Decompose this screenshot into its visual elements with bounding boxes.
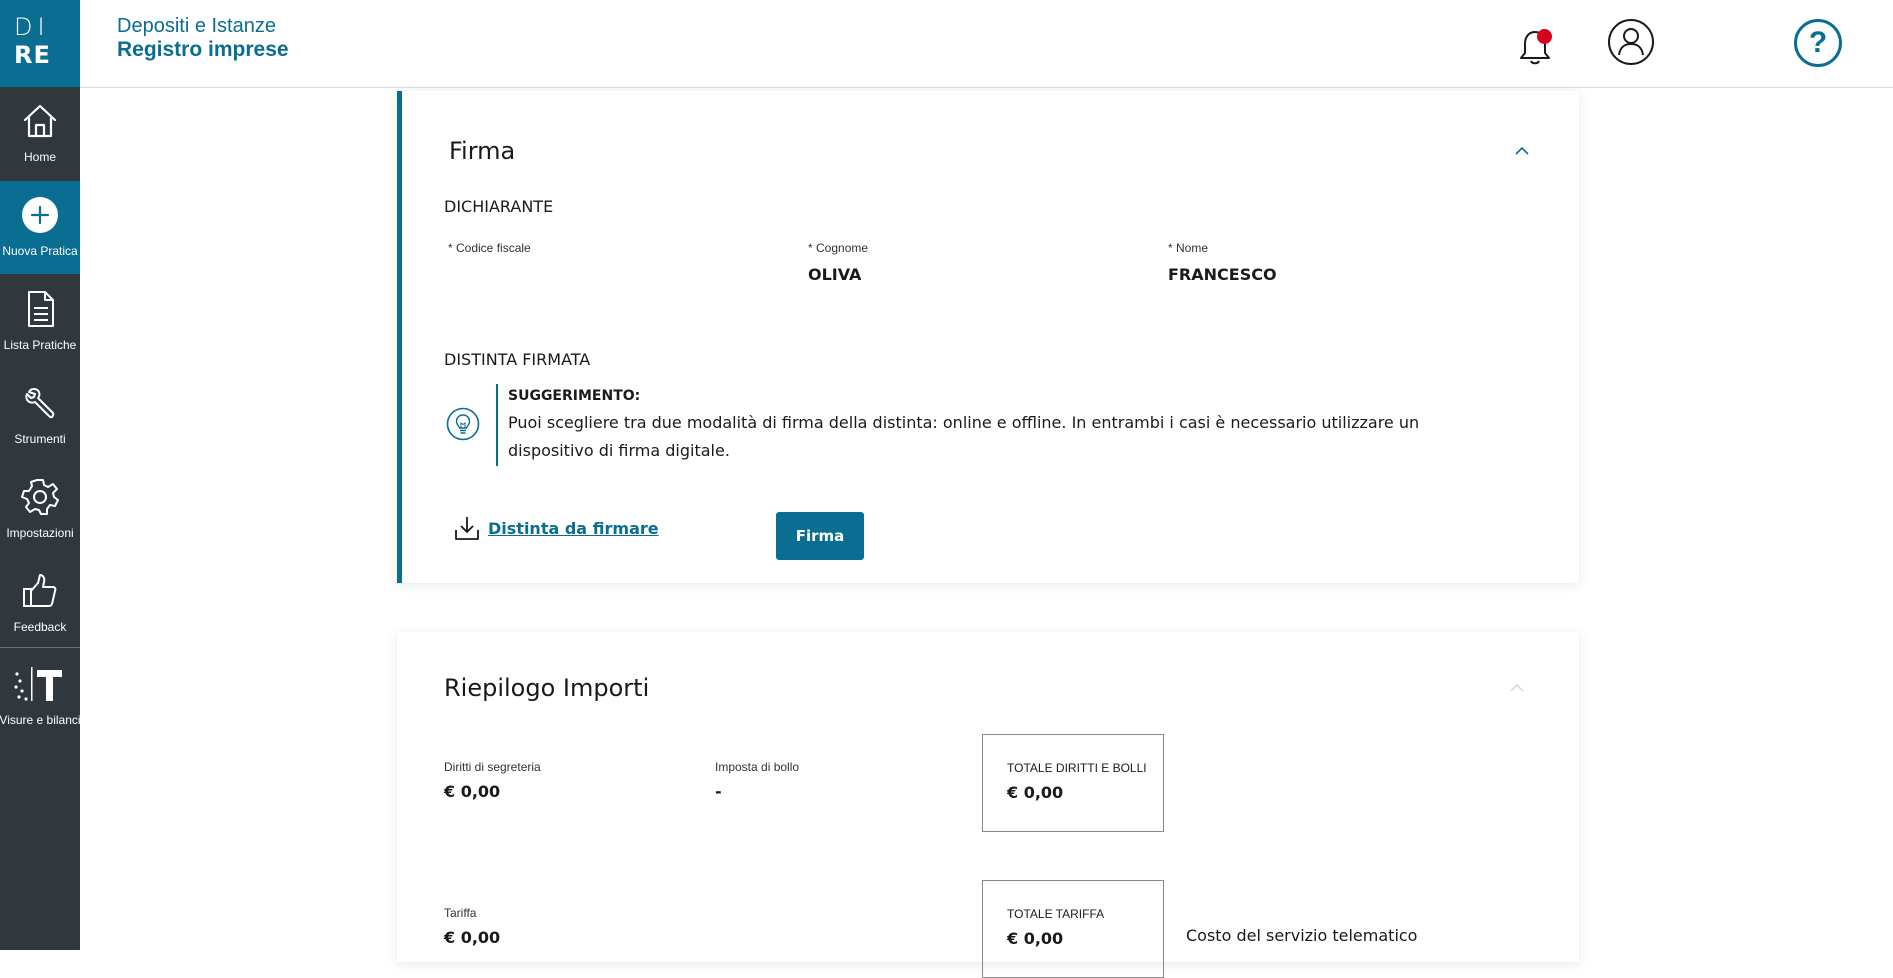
top-header: Depositi e Istanze Registro imprese ?: [80, 0, 1893, 88]
totale-tariffa-box: TOTALE TARIFFA € 0,00: [982, 880, 1164, 978]
sidebar-item-home[interactable]: Home: [0, 87, 80, 180]
cognome-value: OLIVA: [808, 265, 862, 284]
totale-diritti-value: € 0,00: [1007, 783, 1064, 802]
sidebar-item-label: Strumenti: [14, 432, 66, 446]
sidebar-item-feedback[interactable]: Feedback: [0, 557, 80, 650]
firma-button[interactable]: Firma: [776, 512, 864, 560]
imposta-bollo-label: Imposta di bollo: [715, 760, 800, 774]
thumbs-up-icon: [23, 574, 57, 607]
distinta-firmata-label: DISTINTA FIRMATA: [444, 350, 591, 369]
sidebar-item-label: Home: [23, 150, 56, 164]
suggestion-accent-bar: [496, 384, 498, 466]
home-icon: [23, 104, 57, 138]
chevron-up-icon[interactable]: [1509, 682, 1525, 694]
firma-title: Firma: [449, 137, 516, 165]
dire-logo[interactable]: DI RE: [0, 0, 80, 87]
suggestion-box: SUGGERIMENTO: Puoi scegliere tra due mod…: [446, 384, 1536, 466]
help-button[interactable]: ?: [1794, 19, 1842, 67]
codice-fiscale-label: * Codice fiscale: [448, 241, 531, 255]
sidebar-item-nuova-pratica[interactable]: Nuova Pratica: [0, 181, 80, 274]
telemaco-icon: [14, 667, 62, 701]
logo-line-2: RE: [14, 41, 51, 69]
app-subtitle: Depositi e Istanze: [117, 15, 276, 37]
plus-circle-icon: [22, 197, 58, 233]
diritti-segreteria-value: € 0,00: [444, 782, 501, 801]
app-title: Registro imprese: [117, 38, 289, 61]
gear-icon: [21, 479, 59, 515]
totale-tariffa-label: TOTALE TARIFFA: [1007, 907, 1105, 921]
riepilogo-importi-card: Riepilogo Importi Diritti di segreteria …: [397, 632, 1579, 978]
totale-tariffa-value: € 0,00: [1007, 929, 1064, 948]
dichiarante-label: DICHIARANTE: [444, 197, 554, 216]
lightbulb-icon: [446, 407, 480, 441]
riepilogo-title: Riepilogo Importi: [444, 674, 650, 702]
sidebar-divider: [0, 647, 80, 648]
notification-badge: [1537, 29, 1552, 44]
sidebar-item-lista-pratiche[interactable]: Lista Pratiche: [0, 275, 80, 368]
logo-line-1: DI: [14, 13, 50, 41]
nome-value: FRANCESCO: [1168, 265, 1277, 284]
totale-diritti-label: TOTALE DIRITTI E BOLLI: [1007, 761, 1147, 775]
wrench-icon: [25, 388, 55, 419]
firma-card: Firma DICHIARANTE * Codice fiscale * Cog…: [397, 91, 1579, 583]
document-icon: [28, 291, 54, 327]
totale-diritti-box: TOTALE DIRITTI E BOLLI € 0,00: [982, 734, 1164, 832]
suggestion-text: Puoi scegliere tra due modalità di firma…: [508, 413, 1420, 460]
sidebar-item-label: Visure e bilanci: [0, 713, 81, 727]
user-profile-button[interactable]: [1608, 19, 1654, 65]
sidebar-item-label: Impostazioni: [6, 526, 74, 540]
user-icon: [1618, 28, 1644, 56]
sidebar: DI RE Home Nuova Pratica Lista Pratiche …: [0, 0, 81, 950]
distinta-download-label[interactable]: Distinta da firmare: [488, 519, 659, 538]
sidebar-item-label: Lista Pratiche: [3, 338, 77, 352]
imposta-bollo-value: -: [715, 782, 722, 801]
sidebar-item-strumenti[interactable]: Strumenti: [0, 369, 80, 462]
suggestion-title: SUGGERIMENTO:: [508, 388, 641, 404]
tariffa-value: € 0,00: [444, 928, 501, 947]
tariffa-label: Tariffa: [444, 906, 477, 920]
chevron-up-icon[interactable]: [1514, 145, 1530, 157]
sidebar-item-label: Nuova Pratica: [2, 244, 78, 258]
sidebar-item-label: Feedback: [13, 620, 67, 634]
cognome-label: * Cognome: [808, 241, 869, 255]
sidebar-item-impostazioni[interactable]: Impostazioni: [0, 463, 80, 556]
sidebar-item-visure-bilanci[interactable]: Visure e bilanci: [0, 650, 81, 743]
diritti-segreteria-label: Diritti di segreteria: [444, 760, 541, 774]
costo-servizio-label: Costo del servizio telematico: [1186, 926, 1418, 945]
download-icon: [455, 517, 479, 540]
nome-label: * Nome: [1168, 241, 1209, 255]
